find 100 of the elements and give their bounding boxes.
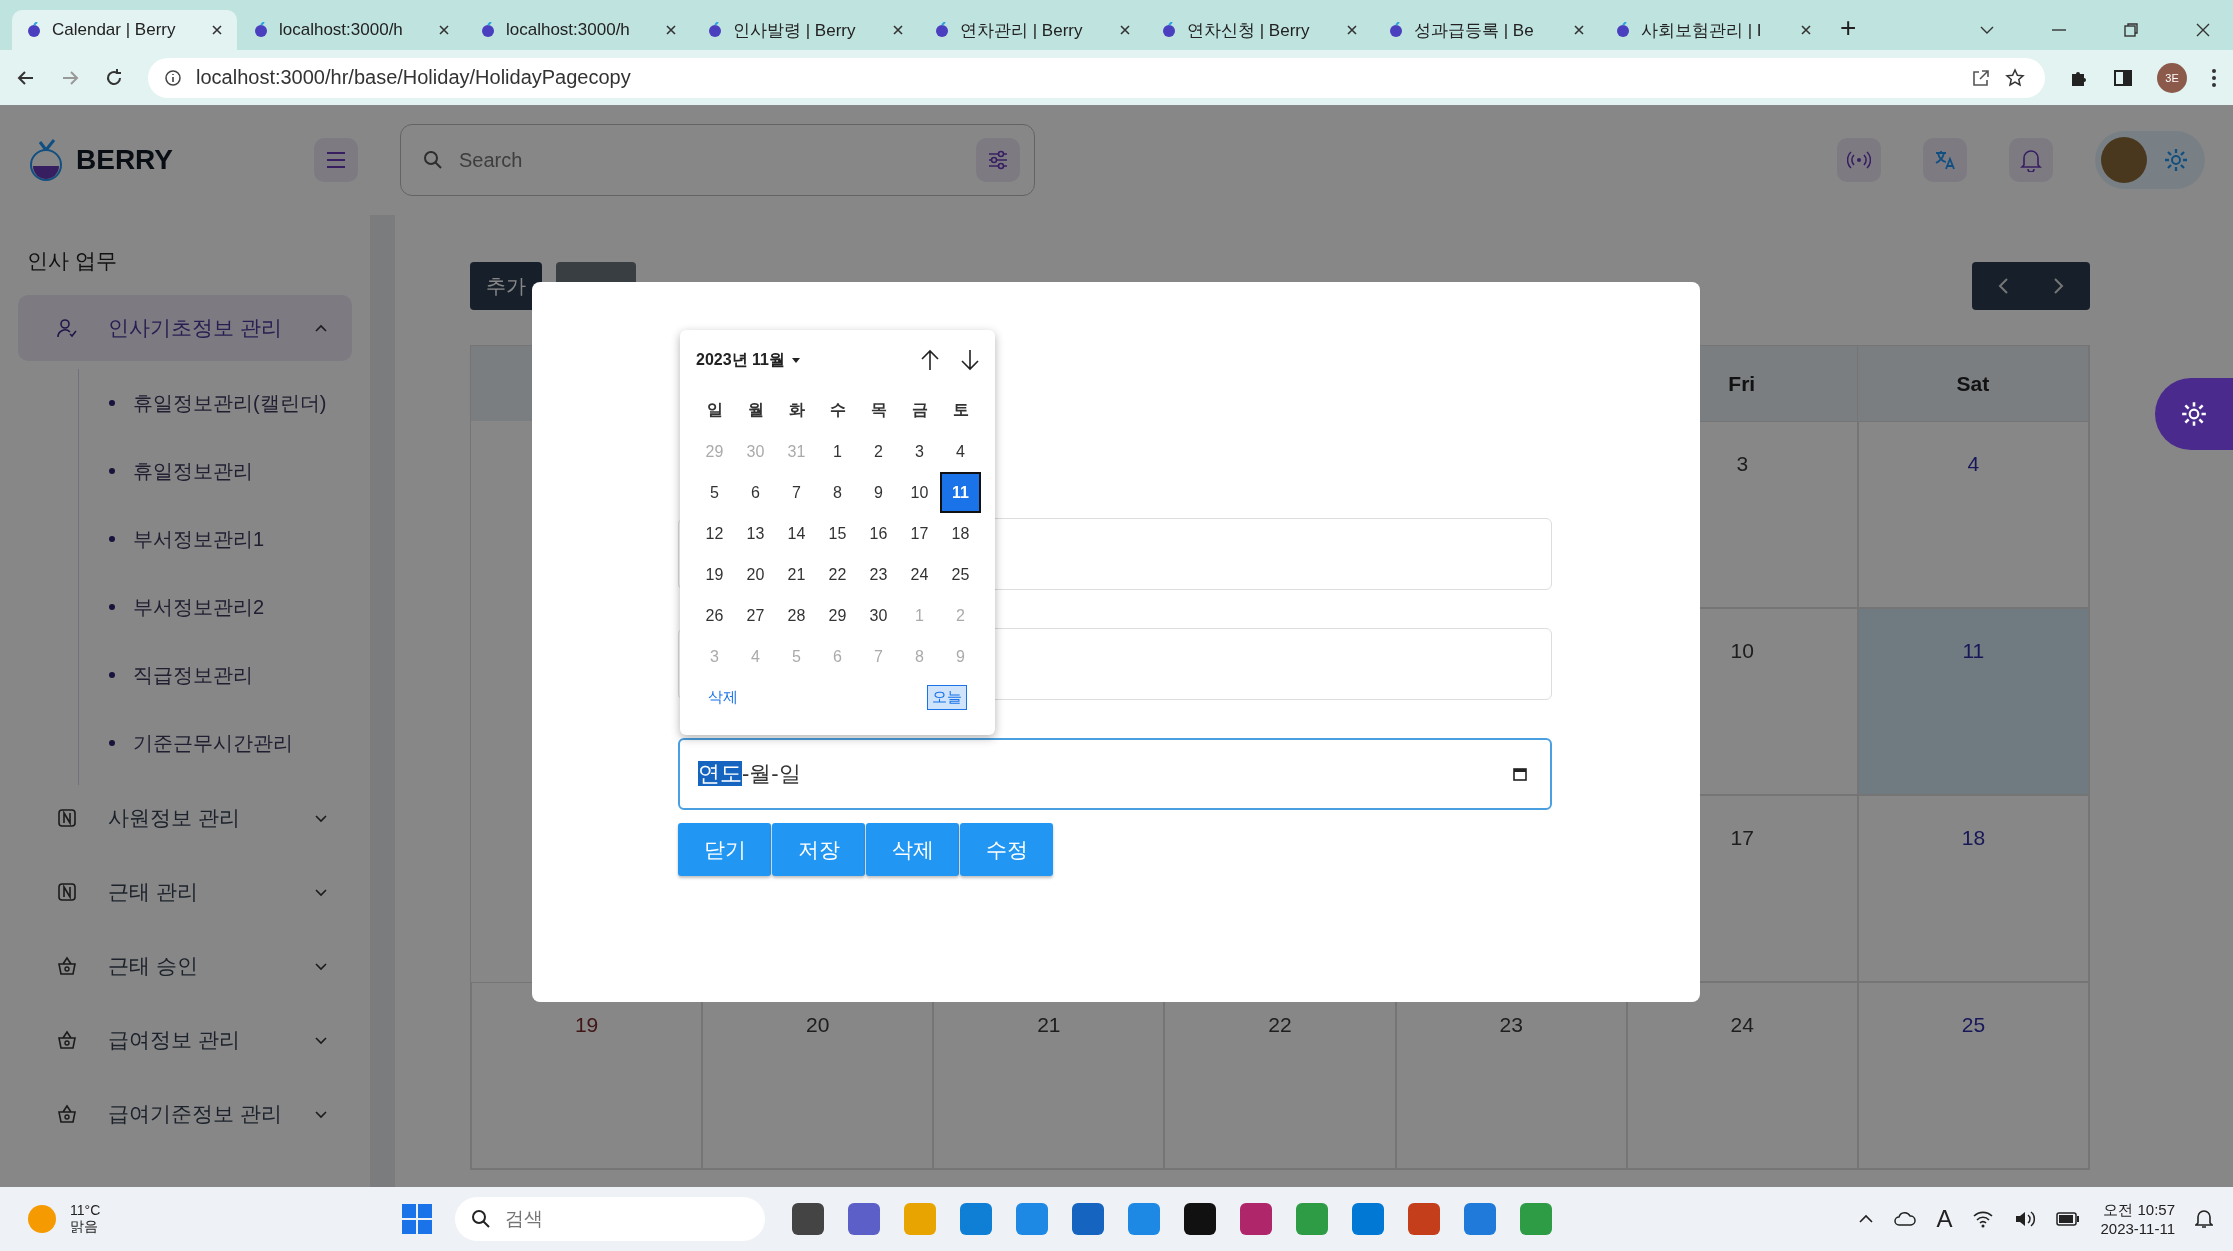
- close-icon[interactable]: [2195, 22, 2211, 38]
- nav-item[interactable]: 휴일정보관리(캘린더): [79, 369, 352, 437]
- battery-icon[interactable]: [2056, 1212, 2081, 1226]
- browser-tab[interactable]: 연차관리 | Berry: [920, 10, 1145, 50]
- day-button[interactable]: 22: [817, 554, 858, 595]
- day-button[interactable]: 28: [776, 595, 817, 636]
- date-segment[interactable]: 월: [749, 761, 772, 786]
- day-button[interactable]: 4: [940, 431, 981, 472]
- chevron-right-icon[interactable]: [2052, 276, 2066, 296]
- notification-icon[interactable]: [2195, 1209, 2213, 1229]
- day-button[interactable]: 14: [776, 513, 817, 554]
- browser-tab[interactable]: localhost:3000/h: [466, 10, 691, 50]
- day-button[interactable]: 29: [817, 595, 858, 636]
- day-button[interactable]: 8: [817, 472, 858, 513]
- date-segment[interactable]: 일: [778, 761, 801, 786]
- day-button[interactable]: 12: [694, 513, 735, 554]
- settings-button[interactable]: [2155, 378, 2233, 450]
- browser-tab[interactable]: 인사발령 | Berry: [693, 10, 918, 50]
- day-button[interactable]: 7: [776, 472, 817, 513]
- browser-tab[interactable]: 연차신청 | Berry: [1147, 10, 1372, 50]
- start-icon[interactable]: [401, 1203, 434, 1235]
- new-tab-button[interactable]: +: [1840, 12, 1857, 44]
- nav-group[interactable]: 근태 승인: [18, 933, 352, 999]
- day-button[interactable]: 16: [858, 513, 899, 554]
- day-button[interactable]: 1: [817, 431, 858, 472]
- nav-group[interactable]: 인사기초정보 관리: [18, 295, 352, 361]
- input-indicator[interactable]: A: [1936, 1205, 1953, 1233]
- close-icon[interactable]: [1119, 24, 1131, 36]
- day-button[interactable]: 18: [940, 513, 981, 554]
- date-segment[interactable]: -: [771, 761, 779, 786]
- menu-button[interactable]: [314, 138, 358, 182]
- app-icon[interactable]: [792, 1203, 825, 1235]
- day-button[interactable]: 26: [694, 595, 735, 636]
- notification-button[interactable]: [2009, 138, 2053, 182]
- search-field[interactable]: Search: [400, 124, 1035, 196]
- nav-item[interactable]: 휴일정보관리: [79, 437, 352, 505]
- day-button[interactable]: 21: [776, 554, 817, 595]
- clock[interactable]: 오전 10:57 2023-11-11: [2100, 1201, 2175, 1237]
- app-icon[interactable]: [1184, 1203, 1217, 1235]
- day-button[interactable]: 10: [899, 472, 940, 513]
- day-button[interactable]: 17: [899, 513, 940, 554]
- date-segment[interactable]: 연도: [698, 761, 742, 786]
- day-button[interactable]: 24: [899, 554, 940, 595]
- day-button[interactable]: 5: [694, 472, 735, 513]
- day-cell[interactable]: 25: [1857, 982, 2089, 1169]
- star-icon[interactable]: [2005, 67, 2025, 88]
- share-icon[interactable]: [1971, 67, 1991, 88]
- cloud-icon[interactable]: [1894, 1211, 1917, 1227]
- nav-item[interactable]: 기준근무시간관리: [79, 709, 352, 777]
- day-button[interactable]: 25: [940, 554, 981, 595]
- nav-item[interactable]: 직급정보관리: [79, 641, 352, 709]
- speaker-icon[interactable]: [2014, 1210, 2037, 1228]
- caret-up-icon[interactable]: [1858, 1214, 1875, 1224]
- close-icon[interactable]: [1800, 24, 1812, 36]
- browser-tab[interactable]: 성과급등록 | Be: [1374, 10, 1599, 50]
- day-button[interactable]: 9: [858, 472, 899, 513]
- day-cell[interactable]: 4: [1857, 421, 2089, 608]
- chevron-left-icon[interactable]: [1996, 276, 2010, 296]
- day-button[interactable]: 13: [735, 513, 776, 554]
- search-input[interactable]: 검색: [503, 1207, 750, 1231]
- calendar-icon[interactable]: [1512, 766, 1528, 782]
- search-input[interactable]: Search: [457, 147, 962, 173]
- close-icon[interactable]: [1346, 24, 1358, 36]
- day-cell[interactable]: 18: [1857, 795, 2089, 982]
- browser-tab[interactable]: localhost:3000/h: [239, 10, 464, 50]
- arrow-up-icon[interactable]: [919, 348, 941, 372]
- day-button[interactable]: 20: [735, 554, 776, 595]
- close-icon[interactable]: [1573, 24, 1585, 36]
- day-button[interactable]: 2: [858, 431, 899, 472]
- restore-icon[interactable]: [2123, 22, 2139, 38]
- nav-group[interactable]: 사원정보 관리: [18, 785, 352, 851]
- nav-group[interactable]: 급여정보 관리: [18, 1007, 352, 1073]
- day-button[interactable]: 15: [817, 513, 858, 554]
- day-button[interactable]: 6: [735, 472, 776, 513]
- month-select[interactable]: 2023년 11월: [696, 349, 801, 371]
- sidebar-icon[interactable]: [2113, 67, 2133, 88]
- day-button[interactable]: 23: [858, 554, 899, 595]
- minimize-icon[interactable]: [2051, 28, 2067, 32]
- caret-icon[interactable]: [1979, 25, 1995, 35]
- taskbar-search-field[interactable]: 검색: [455, 1197, 766, 1241]
- browser-tab[interactable]: 사회보험관리 | I: [1601, 10, 1826, 50]
- nav-item[interactable]: 부서정보관리1: [79, 505, 352, 573]
- clear-button[interactable]: 삭제: [708, 688, 738, 707]
- browser-tab[interactable]: Calendar | Berry: [12, 10, 237, 50]
- add-button[interactable]: 추가: [470, 262, 542, 310]
- wifi-icon[interactable]: [1972, 1210, 1995, 1228]
- day-button[interactable]: 11: [940, 472, 981, 513]
- nav-group[interactable]: 급여기준정보 관리: [18, 1081, 352, 1147]
- close-icon[interactable]: [892, 24, 904, 36]
- nav-item[interactable]: 부서정보관리2: [79, 573, 352, 641]
- reload-icon[interactable]: [104, 67, 124, 88]
- date-segment[interactable]: -: [742, 761, 750, 786]
- day-button[interactable]: 3: [899, 431, 940, 472]
- filter-button[interactable]: [976, 138, 1020, 182]
- day-button[interactable]: 19: [694, 554, 735, 595]
- broadcast-button[interactable]: [1837, 138, 1881, 182]
- arrow-down-icon[interactable]: [959, 348, 981, 372]
- close-icon[interactable]: [211, 24, 223, 36]
- more-icon[interactable]: [2211, 67, 2217, 88]
- close-icon[interactable]: [438, 24, 450, 36]
